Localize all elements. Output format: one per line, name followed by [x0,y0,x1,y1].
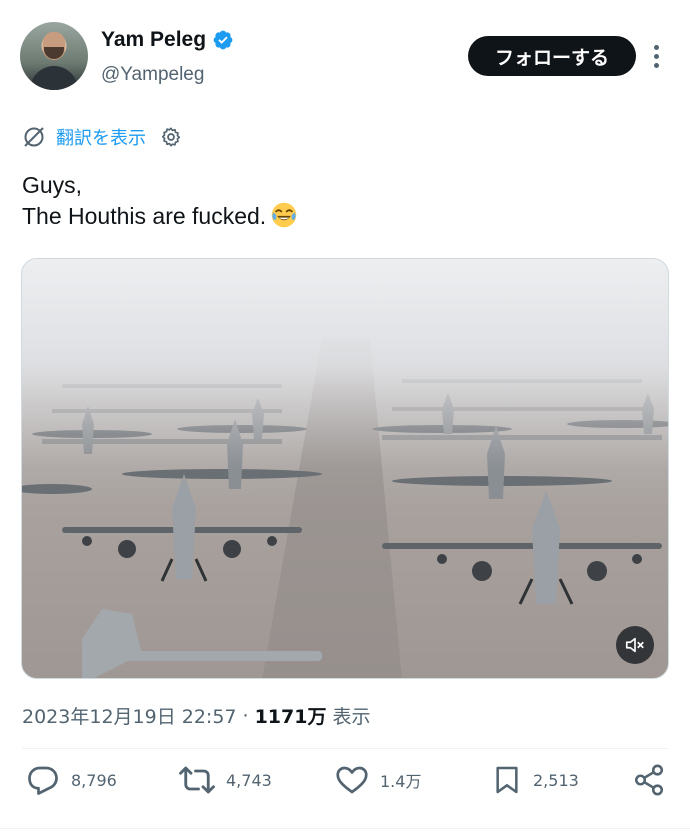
tweet-timestamp[interactable]: 2023年12月19日 22:57 [22,702,237,729]
gear-icon[interactable] [160,126,182,148]
reply-icon [28,766,58,795]
views-count: 1171万 [254,706,327,728]
translate-row: 翻訳を表示 [22,124,182,150]
like-count: 1.4万 [380,772,422,791]
bookmark-count: 2,513 [533,770,579,790]
tweet-meta: 2023年12月19日 22:57 · 1171万 表示 [22,702,370,729]
tweet-card: Yam Peleg @Yampeleg フォローする 翻訳を表示 Guys, T… [0,0,690,833]
meta-separator: · [242,704,249,727]
tweet-text: Guys, The Houthis are fucked. [22,170,298,232]
tweet-text-line-2: The Houthis are fucked. [22,201,298,232]
tears-of-joy-emoji-icon [271,202,297,228]
mute-button[interactable] [616,626,654,664]
translate-icon [24,127,44,147]
volume-muted-icon [625,637,644,653]
tweet-text-line-2-content: The Houthis are fucked. [22,203,267,229]
avatar[interactable] [20,22,88,90]
verified-badge-icon [213,30,233,50]
bookmark-button[interactable]: 2,513 [491,760,579,800]
video-frame-jets-on-runway [22,259,668,678]
reply-button[interactable]: 8,796 [25,760,117,800]
author-name-row[interactable]: Yam Peleg [101,28,234,52]
divider [22,748,668,749]
more-options-icon[interactable] [646,42,666,70]
retweet-button[interactable]: 4,743 [178,760,272,800]
retweet-count: 4,743 [226,770,272,790]
author-handle[interactable]: @Yampeleg [101,64,204,86]
views-label: 表示 [332,706,371,728]
tweet-text-line-1: Guys, [22,172,83,198]
share-button[interactable] [632,760,666,800]
follow-button[interactable]: フォローする [468,36,636,76]
tweet-video[interactable] [21,258,669,679]
retweet-icon [179,766,215,794]
bottom-divider [0,828,690,829]
like-button[interactable]: 1.4万 [334,760,421,800]
reply-count: 8,796 [71,770,117,790]
share-icon [634,764,664,796]
show-translation-link[interactable]: 翻訳を表示 [56,124,146,150]
bookmark-icon [496,766,518,794]
heart-icon [336,766,368,794]
author-display-name[interactable]: Yam Peleg [101,28,206,52]
